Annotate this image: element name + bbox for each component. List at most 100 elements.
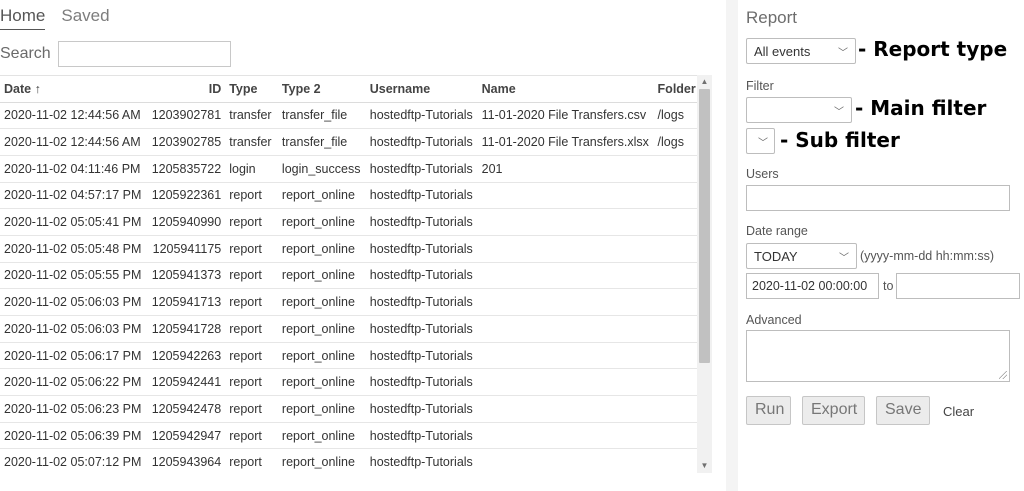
tab-saved[interactable]: Saved xyxy=(61,6,109,30)
cell-type2: transfer_file xyxy=(277,128,366,156)
column-header-date[interactable]: Date ↑ xyxy=(0,76,148,103)
cell-name xyxy=(477,422,654,450)
advanced-label: Advanced xyxy=(746,313,802,327)
triangle-up-icon[interactable]: ▲ xyxy=(697,75,712,89)
pane-divider xyxy=(726,0,738,491)
sub-filter-select[interactable]: ﹀ xyxy=(746,128,775,154)
table-row[interactable]: 2020-11-02 05:05:48 PM 1205941175 report re… xyxy=(0,235,712,263)
cell-type2: report_online xyxy=(277,208,366,236)
cell-username: hostedftp-Tutorials xyxy=(365,342,478,370)
table-row[interactable]: 2020-11-02 12:44:56 AM 1203902781 transfer… xyxy=(0,102,712,130)
cell-type: report xyxy=(225,315,278,343)
triangle-down-icon[interactable]: ▼ xyxy=(697,459,712,473)
table-scrollbar[interactable]: ▲ ▼ xyxy=(697,75,712,473)
date-to-input[interactable] xyxy=(896,273,1020,299)
cell-id: 1205942441 xyxy=(147,368,226,397)
table-row[interactable]: 2020-11-02 05:06:23 PM 1205942478 report re… xyxy=(0,395,712,423)
cell-username: hostedftp-Tutorials xyxy=(365,395,478,423)
table-row[interactable]: 2020-11-02 04:57:17 PM 1205922361 report re… xyxy=(0,182,712,210)
tab-bar: Home Saved xyxy=(0,6,110,30)
cell-type2: report_online xyxy=(277,182,366,210)
column-header-type[interactable]: Type xyxy=(225,76,278,103)
table-row[interactable]: 2020-11-02 05:06:39 PM 1205942947 report re… xyxy=(0,422,712,450)
cell-date: 2020-11-02 04:57:17 PM xyxy=(0,182,148,210)
clear-button[interactable]: Clear xyxy=(943,404,974,419)
cell-type: transfer xyxy=(225,128,278,156)
cell-type2: report_online xyxy=(277,342,366,370)
cell-type: report xyxy=(225,448,278,473)
table-body: 2020-11-02 12:44:56 AM 1203902781 transfer… xyxy=(0,102,712,473)
table-row[interactable]: 2020-11-02 12:44:56 AM 1203902785 transfer… xyxy=(0,128,712,156)
table-row[interactable]: 2020-11-02 05:05:41 PM 1205940990 report re… xyxy=(0,208,712,236)
date-from-input[interactable] xyxy=(746,273,879,299)
resize-grip-icon[interactable] xyxy=(999,371,1007,379)
report-type-select[interactable]: All events ﹀ xyxy=(746,38,856,64)
users-input[interactable] xyxy=(746,185,1010,211)
cell-name xyxy=(477,342,654,370)
cell-type: report xyxy=(225,368,278,397)
table-row[interactable]: 2020-11-02 05:06:03 PM 1205941713 report re… xyxy=(0,288,712,316)
search-input[interactable] xyxy=(58,41,231,67)
cell-type: report xyxy=(225,182,278,210)
events-pane: Home Saved Search Date ↑ ID Type Type 2 … xyxy=(0,0,726,491)
report-panel: Report All events ﹀ - Report type Filter… xyxy=(738,0,1024,430)
cell-type: report xyxy=(225,422,278,450)
cell-name xyxy=(477,368,654,397)
main-filter-select[interactable]: ﹀ xyxy=(746,97,852,123)
export-button[interactable]: Export xyxy=(802,396,865,425)
report-type-value: All events xyxy=(754,43,811,59)
cell-type2: transfer_file xyxy=(277,102,366,130)
cell-username: hostedftp-Tutorials xyxy=(365,448,478,473)
cell-username: hostedftp-Tutorials xyxy=(365,102,478,130)
cell-username: hostedftp-Tutorials xyxy=(365,422,478,450)
cell-date: 2020-11-02 12:44:56 AM xyxy=(0,102,148,130)
chevron-down-icon: ﹀ xyxy=(834,106,844,118)
date-range-select[interactable]: TODAY ﹀ xyxy=(746,243,857,269)
report-type-annotation: - Report type xyxy=(858,37,1008,61)
cell-id: 1205942478 xyxy=(147,395,226,423)
tab-home[interactable]: Home xyxy=(0,6,46,30)
cell-type: report xyxy=(225,235,278,263)
cell-date: 2020-11-02 05:06:03 PM xyxy=(0,315,148,343)
cell-date: 2020-11-02 05:06:39 PM xyxy=(0,422,148,450)
column-header-username[interactable]: Username xyxy=(365,76,478,103)
table-row[interactable]: 2020-11-02 05:06:03 PM 1205941728 report re… xyxy=(0,315,712,343)
cell-type2: report_online xyxy=(277,315,366,343)
cell-type2: report_online xyxy=(277,448,366,473)
report-panel-title: Report xyxy=(746,8,798,27)
cell-username: hostedftp-Tutorials xyxy=(365,235,478,263)
users-label: Users xyxy=(746,167,779,181)
cell-date: 2020-11-02 05:05:48 PM xyxy=(0,235,148,263)
advanced-textarea[interactable] xyxy=(746,330,1010,382)
cell-name xyxy=(477,448,654,473)
cell-type2: report_online xyxy=(277,262,366,290)
cell-type: report xyxy=(225,342,278,370)
cell-username: hostedftp-Tutorials xyxy=(365,262,478,290)
cell-name xyxy=(477,315,654,343)
cell-id: 1205943964 xyxy=(147,448,226,473)
cell-id: 1205922361 xyxy=(147,182,226,210)
table-row[interactable]: 2020-11-02 04:11:46 PM 1205835722 login log… xyxy=(0,155,712,183)
date-range-label: Date range xyxy=(746,224,808,238)
table-row[interactable]: 2020-11-02 05:06:22 PM 1205942441 report re… xyxy=(0,368,712,397)
table-row[interactable]: 2020-11-02 05:06:17 PM 1205942263 report re… xyxy=(0,342,712,370)
cell-type: report xyxy=(225,262,278,290)
column-header-type2[interactable]: Type 2 xyxy=(277,76,366,103)
save-button[interactable]: Save xyxy=(876,396,930,425)
cell-id: 1205940990 xyxy=(147,208,226,236)
chevron-down-icon: ﹀ xyxy=(839,252,849,264)
cell-id: 1205835722 xyxy=(147,155,226,183)
column-header-id[interactable]: ID xyxy=(147,76,226,103)
chevron-down-icon: ﹀ xyxy=(758,137,768,149)
cell-date: 2020-11-02 05:06:22 PM xyxy=(0,368,148,397)
cell-name: 11-01-2020 File Transfers.csv xyxy=(477,102,654,130)
scrollbar-thumb[interactable] xyxy=(699,89,710,363)
column-header-name[interactable]: Name xyxy=(477,76,654,103)
table-row[interactable]: 2020-11-02 05:05:55 PM 1205941373 report re… xyxy=(0,262,712,290)
run-button[interactable]: Run xyxy=(746,396,791,425)
cell-date: 2020-11-02 05:07:12 PM xyxy=(0,448,148,473)
events-table: Date ↑ ID Type Type 2 Username Name Fold… xyxy=(0,76,712,473)
cell-date: 2020-11-02 05:06:17 PM xyxy=(0,342,148,370)
sub-filter-annotation: - Sub filter xyxy=(780,128,900,152)
table-row[interactable]: 2020-11-02 05:07:12 PM 1205943964 report re… xyxy=(0,448,712,473)
